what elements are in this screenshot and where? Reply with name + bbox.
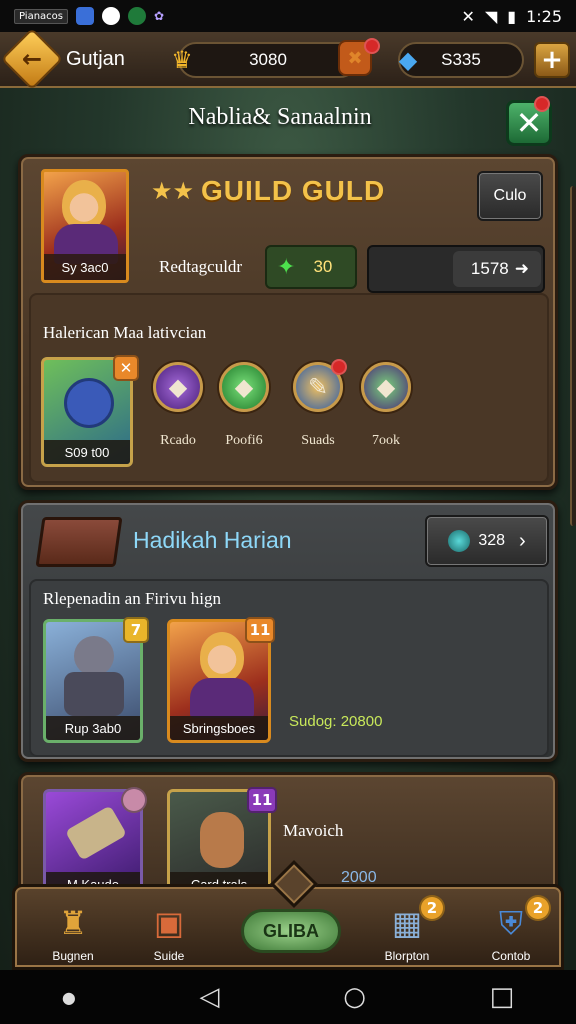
- nav-badge: 2: [419, 895, 445, 921]
- chest-notification-badge: [364, 38, 380, 54]
- daily-currency-value: 328: [478, 532, 506, 549]
- gem-amount: S335: [441, 50, 481, 69]
- add-currency-button[interactable]: +: [534, 42, 570, 78]
- tome-icon[interactable]: ◆: [361, 362, 411, 412]
- app-icon: [102, 7, 121, 25]
- featured-item-badge: ✕: [113, 355, 139, 381]
- warrior-figure: [200, 812, 244, 868]
- nav-label: Blorpton: [384, 949, 430, 963]
- battery-icon: ▮: [507, 6, 517, 26]
- back-button[interactable]: ←: [0, 27, 64, 91]
- crown-icon: ♛: [171, 46, 193, 74]
- home-circle-icon[interactable]: ○: [343, 982, 366, 1012]
- nav-item[interactable]: ♜ Bugnen: [33, 899, 113, 963]
- diamond-icon: ◆: [398, 46, 418, 74]
- nav-item[interactable]: ▣ Suide: [129, 899, 209, 963]
- featured-item-caption: S09 t00: [44, 440, 130, 464]
- mute-icon: ✕: [461, 6, 475, 26]
- item-label: Poofi6: [225, 433, 263, 448]
- hero-caption: Sbringsboes: [170, 716, 268, 740]
- nav-label: Contob: [491, 949, 531, 963]
- plus-icon: +: [541, 45, 563, 75]
- status-bar: Pianacos ✿ ✕ ◥ ▮ 1:25: [0, 0, 576, 32]
- bottom-navigation: ♜ Bugnen ▣ Suide GLIBA ▦ Blorpton 2 ⛨ Co…: [12, 859, 564, 970]
- close-notification-badge: [534, 96, 550, 112]
- card-badge: 11: [247, 787, 277, 813]
- section-label: Halerican Maa lativcian: [43, 323, 207, 342]
- app-badge-icon: ✿: [154, 9, 165, 23]
- daily-subtitle: Rlepenadin an Firivu hign: [43, 589, 222, 608]
- reward-label: Redtagculdr: [159, 257, 243, 276]
- knight-armor: [64, 672, 124, 716]
- guild-side-button[interactable]: Culo: [477, 171, 543, 221]
- heading-row: Nablia& Sanaalnin ✕: [0, 92, 576, 148]
- wifi-icon: ◥: [484, 6, 498, 26]
- item-label: 7ook: [372, 433, 400, 448]
- hero-body: [190, 678, 254, 718]
- notification-icon: [128, 7, 147, 25]
- system-navigation-bar: ● ◁ ○ □: [0, 970, 576, 1024]
- nav-center-button[interactable]: GLIBA: [241, 909, 341, 953]
- daily-panel: Hadikah Harian 328 › Rlepenadin an Firiv…: [18, 500, 558, 762]
- third-panel-label: Mavoich: [283, 821, 344, 840]
- dot-icon[interactable]: ●: [62, 988, 76, 1007]
- back-arrow-icon: ←: [21, 44, 43, 73]
- photo-icon: [76, 7, 95, 25]
- reward-value-box[interactable]: ✦ 30: [265, 245, 357, 289]
- green-gem-icon[interactable]: ◆: [219, 362, 269, 412]
- status-time: 1:25: [526, 6, 562, 26]
- back-triangle-icon[interactable]: ◁: [200, 982, 220, 1012]
- item-notification-badge: [331, 359, 347, 375]
- daily-currency-button[interactable]: 328 ›: [425, 515, 549, 567]
- gold-counter[interactable]: 3080: [178, 42, 358, 78]
- chevron-right-icon: ›: [519, 529, 526, 552]
- reward-right-box[interactable]: 1578 ➜: [367, 245, 545, 293]
- portrait-caption: Sy 3ac0: [44, 254, 126, 280]
- book-icon: [35, 517, 123, 567]
- scrollbar[interactable]: [570, 186, 576, 526]
- arrow-right-icon: ➜: [514, 259, 529, 278]
- guild-leader-portrait[interactable]: Sy 3ac0: [41, 169, 129, 283]
- daily-reward-text: Sudog: 20800: [289, 713, 383, 730]
- horn-icon: ♜: [58, 904, 88, 942]
- card-badge: 7: [123, 617, 149, 643]
- screen-title: Gutjan: [66, 47, 125, 70]
- nav-badge: 2: [525, 895, 551, 921]
- scroll-chest-icon: ▣: [153, 904, 185, 942]
- item-label: Rcado: [160, 433, 196, 448]
- sword-icon: ✦: [277, 254, 296, 279]
- guild-panel: Sy 3ac0 ★★ GUILD GULD Culo Redtagculdr ✦…: [18, 154, 558, 490]
- item-label: Suads: [301, 433, 335, 448]
- star-icon: ★★: [151, 177, 195, 205]
- status-app-chip: Pianacos: [14, 8, 69, 24]
- hammer-icon: [64, 805, 128, 861]
- top-bar: ← Gutjan 3080 ♛ ✖ S335 ◆ +: [0, 27, 576, 91]
- hero-face: [62, 180, 106, 230]
- hero-face: [200, 632, 244, 682]
- recents-square-icon[interactable]: □: [490, 982, 515, 1012]
- reward-right-value: 1578: [470, 259, 509, 278]
- feather-icon: [121, 787, 147, 813]
- guild-name: GUILD GULD: [201, 175, 386, 206]
- purple-gem-icon[interactable]: ◆: [153, 362, 203, 412]
- page-title: Nablia& Sanaalnin: [188, 104, 372, 130]
- daily-title: Hadikah Harian: [133, 527, 292, 553]
- knight-caption: Rup 3ab0: [46, 716, 140, 740]
- card-badge: 11: [245, 617, 275, 643]
- reward-value: 30: [313, 257, 333, 276]
- nav-label: Bugnen: [52, 949, 94, 963]
- nav-label: Suide: [153, 949, 185, 963]
- helmet-icon: [64, 378, 114, 428]
- knight-helmet-icon: [74, 636, 114, 676]
- orb-icon: [448, 530, 471, 552]
- gold-amount: 3080: [249, 50, 287, 69]
